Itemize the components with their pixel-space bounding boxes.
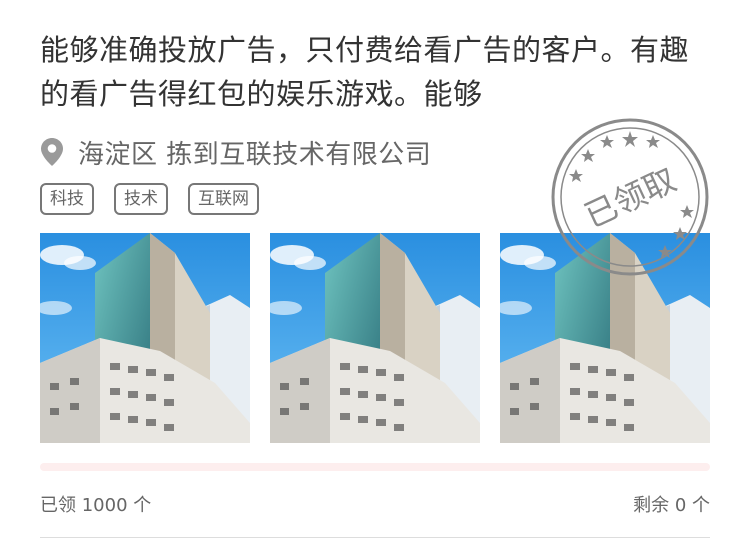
location-pin-icon — [41, 138, 63, 166]
claim-progress-bar — [40, 463, 710, 471]
claimed-count: 已领 1000 个 — [40, 495, 152, 516]
location-text: 海淀区 拣到互联技术有限公司 — [78, 139, 432, 170]
claim-counts: 已领 1000 个 剩余 0 个 — [40, 491, 710, 517]
stamp-text: 已领取 — [579, 160, 682, 235]
ad-title: 能够准确投放广告，只付费给看广告的客户。有趣的看广告得红包的娱乐游戏。能够 — [40, 33, 690, 111]
tag-item: 科技 — [40, 183, 94, 215]
tag-item: 互联网 — [188, 183, 259, 215]
claim-progress-fill — [40, 463, 710, 471]
office-building-photo[interactable] — [40, 233, 250, 443]
remaining-count: 剩余 0 个 — [633, 495, 710, 516]
tag-item: 技术 — [114, 183, 168, 215]
bottom-divider — [40, 537, 710, 538]
office-building-photo[interactable] — [270, 233, 480, 443]
claimed-stamp: 已领取 — [551, 118, 709, 276]
